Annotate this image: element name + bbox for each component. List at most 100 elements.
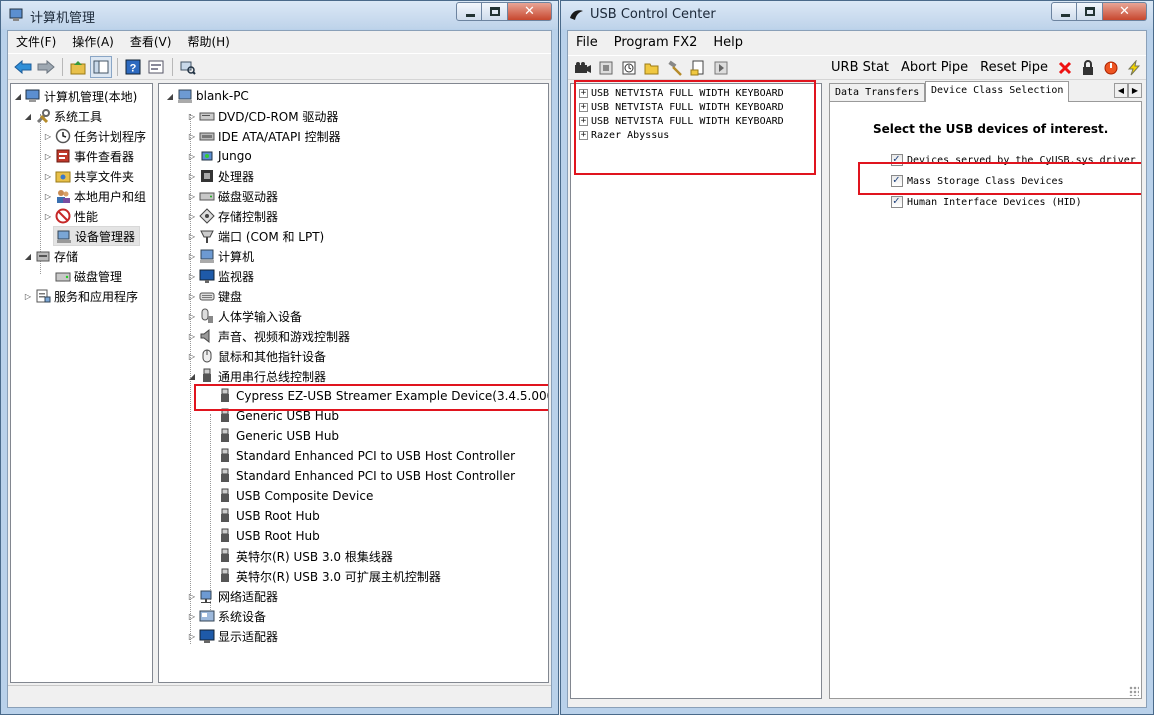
collapsed-arrow-icon[interactable]: ▷ — [187, 232, 197, 241]
nav-item-services-apps[interactable]: ▷ 服务和应用程序 — [23, 286, 138, 306]
menu-action[interactable]: 操作(A) — [64, 31, 122, 53]
expand-plus-icon[interactable]: + — [579, 130, 588, 140]
expand-plus-icon[interactable]: + — [579, 88, 588, 98]
collapsed-arrow-icon[interactable]: ▷ — [187, 612, 197, 621]
collapsed-arrow-icon[interactable]: ▷ — [23, 292, 33, 301]
expand-plus-icon[interactable]: + — [579, 102, 588, 112]
title-bar[interactable]: 计算机管理 ✕ — [1, 1, 558, 29]
lock-button[interactable] — [1077, 57, 1099, 79]
nav-item-performance[interactable]: ▷ 性能 — [43, 206, 98, 226]
urb-stat-button[interactable]: URB Stat — [831, 60, 889, 75]
menu-program-fx2[interactable]: Program FX2 — [606, 32, 706, 54]
category-display-adapters[interactable]: ▷ 显示适配器 — [187, 626, 278, 646]
show-hide-tree-button[interactable] — [90, 55, 112, 78]
usb-device[interactable]: USB Root Hub — [215, 506, 320, 526]
category-computer[interactable]: ▷ 计算机 — [187, 246, 254, 266]
back-button[interactable] — [12, 56, 34, 78]
nav-item-local-users[interactable]: ▷ 本地用户和组 — [43, 186, 146, 206]
menu-help[interactable]: Help — [705, 32, 751, 54]
category-jungo[interactable]: ▷ Jungo — [187, 146, 252, 166]
nav-item-computer-management[interactable]: ◢ 计算机管理(本地) — [13, 86, 137, 106]
category-processor[interactable]: ▷ 处理器 — [187, 166, 254, 186]
collapsed-arrow-icon[interactable]: ▷ — [43, 212, 53, 221]
collapsed-arrow-icon[interactable]: ▷ — [43, 192, 53, 201]
usb-device[interactable]: Standard Enhanced PCI to USB Host Contro… — [215, 446, 515, 466]
tab-scroll-left-icon[interactable]: ◀ — [1114, 83, 1128, 98]
menu-view[interactable]: 查看(V) — [122, 31, 180, 53]
category-keyboards[interactable]: ▷ 键盘 — [187, 286, 242, 306]
category-storage-controllers[interactable]: ▷ 存储控制器 — [187, 206, 278, 226]
collapsed-arrow-icon[interactable]: ▷ — [187, 292, 197, 301]
maximize-button[interactable] — [482, 2, 508, 21]
minimize-button[interactable] — [456, 2, 482, 21]
usb-device[interactable]: Standard Enhanced PCI to USB Host Contro… — [215, 466, 515, 486]
usb-device-cypress-streamer[interactable]: Cypress EZ-USB Streamer Example Device(3… — [215, 386, 548, 406]
option-hid[interactable]: Human Interface Devices (HID) — [891, 194, 1082, 209]
reset-pipe-button[interactable]: Reset Pipe — [980, 60, 1048, 75]
nav-item-event-viewer[interactable]: ▷ 事件查看器 — [43, 146, 134, 166]
category-network-adapters[interactable]: ▷ 网络适配器 — [187, 586, 278, 606]
expand-plus-icon[interactable]: + — [579, 116, 588, 126]
nav-item-system-tools[interactable]: ◢ 系统工具 — [23, 106, 102, 126]
title-bar[interactable]: USB Control Center ✕ — [561, 1, 1153, 29]
up-folder-button[interactable] — [67, 56, 89, 78]
expanded-arrow-icon[interactable]: ◢ — [13, 92, 23, 101]
stop-button[interactable] — [595, 57, 617, 79]
collapsed-arrow-icon[interactable]: ▷ — [187, 352, 197, 361]
forward-button[interactable] — [35, 56, 57, 78]
nav-item-task-scheduler[interactable]: ▷ 任务计划程序 — [43, 126, 146, 146]
tab-scroll-right-icon[interactable]: ▶ — [1128, 83, 1142, 98]
category-disk-drives[interactable]: ▷ 磁盘驱动器 — [187, 186, 278, 206]
close-button[interactable]: ✕ — [508, 2, 552, 21]
category-system-devices[interactable]: ▷ 系统设备 — [187, 606, 266, 626]
close-button[interactable]: ✕ — [1103, 2, 1147, 21]
collapsed-arrow-icon[interactable]: ▷ — [187, 332, 197, 341]
usb-device[interactable]: USB Composite Device — [215, 486, 373, 506]
collapsed-arrow-icon[interactable]: ▷ — [187, 192, 197, 201]
usb-tree-item[interactable]: + Razer Abyssus — [579, 128, 669, 142]
collapsed-arrow-icon[interactable]: ▷ — [187, 132, 197, 141]
tab-device-class-selection[interactable]: Device Class Selection — [925, 81, 1070, 102]
option-cyusb-driver[interactable]: Devices served by the CyUSB.sys driver (… — [891, 152, 1141, 167]
collapsed-arrow-icon[interactable]: ▷ — [187, 152, 197, 161]
resize-grip-icon[interactable] — [1129, 686, 1139, 696]
checkbox-checked[interactable] — [891, 173, 903, 187]
help-button[interactable]: ? — [122, 56, 144, 78]
collapsed-arrow-icon[interactable]: ▷ — [187, 112, 197, 121]
usb-tree-item[interactable]: + USB NETVISTA FULL WIDTH KEYBOARD — [579, 86, 784, 100]
checkbox-checked[interactable] — [891, 194, 903, 208]
checkbox-checked[interactable] — [891, 152, 903, 166]
play-button[interactable] — [710, 57, 732, 79]
collapsed-arrow-icon[interactable]: ▷ — [187, 592, 197, 601]
collapsed-arrow-icon[interactable]: ▷ — [43, 172, 53, 181]
category-ide[interactable]: ▷ IDE ATA/ATAPI 控制器 — [187, 126, 341, 146]
device-tree-root[interactable]: ◢ blank-PC — [165, 86, 249, 106]
expanded-arrow-icon[interactable]: ◢ — [165, 92, 175, 101]
category-usb-controllers[interactable]: ◢ 通用串行总线控制器 — [187, 366, 326, 386]
usb-device[interactable]: Generic USB Hub — [215, 406, 339, 426]
collapsed-arrow-icon[interactable]: ▷ — [187, 632, 197, 641]
abort-pipe-button[interactable]: Abort Pipe — [901, 60, 968, 75]
category-monitors[interactable]: ▷ 监视器 — [187, 266, 254, 286]
usb-device[interactable]: 英特尔(R) USB 3.0 可扩展主机控制器 — [215, 566, 441, 586]
minimize-button[interactable] — [1051, 2, 1077, 21]
open-folder-button[interactable] — [641, 57, 663, 79]
collapsed-arrow-icon[interactable]: ▷ — [43, 152, 53, 161]
nav-item-storage[interactable]: ◢ 存储 — [23, 246, 78, 266]
reset-button[interactable] — [1100, 57, 1122, 79]
expanded-arrow-icon[interactable]: ◢ — [23, 112, 33, 121]
collapsed-arrow-icon[interactable]: ▷ — [187, 252, 197, 261]
tab-data-transfers[interactable]: Data Transfers — [829, 83, 926, 101]
collapsed-arrow-icon[interactable]: ▷ — [187, 212, 197, 221]
load-button[interactable] — [687, 57, 709, 79]
usb-device[interactable]: USB Root Hub — [215, 526, 320, 546]
expanded-arrow-icon[interactable]: ◢ — [187, 372, 197, 381]
collapsed-arrow-icon[interactable]: ▷ — [43, 132, 53, 141]
usb-device[interactable]: 英特尔(R) USB 3.0 根集线器 — [215, 546, 393, 566]
nav-item-shared-folders[interactable]: ▷ 共享文件夹 — [43, 166, 134, 186]
usb-tree-item[interactable]: + USB NETVISTA FULL WIDTH KEYBOARD — [579, 114, 784, 128]
collapsed-arrow-icon[interactable]: ▷ — [187, 272, 197, 281]
collapsed-arrow-icon[interactable]: ▷ — [187, 312, 197, 321]
nav-item-disk-management[interactable]: 磁盘管理 — [53, 266, 122, 286]
maximize-button[interactable] — [1077, 2, 1103, 21]
